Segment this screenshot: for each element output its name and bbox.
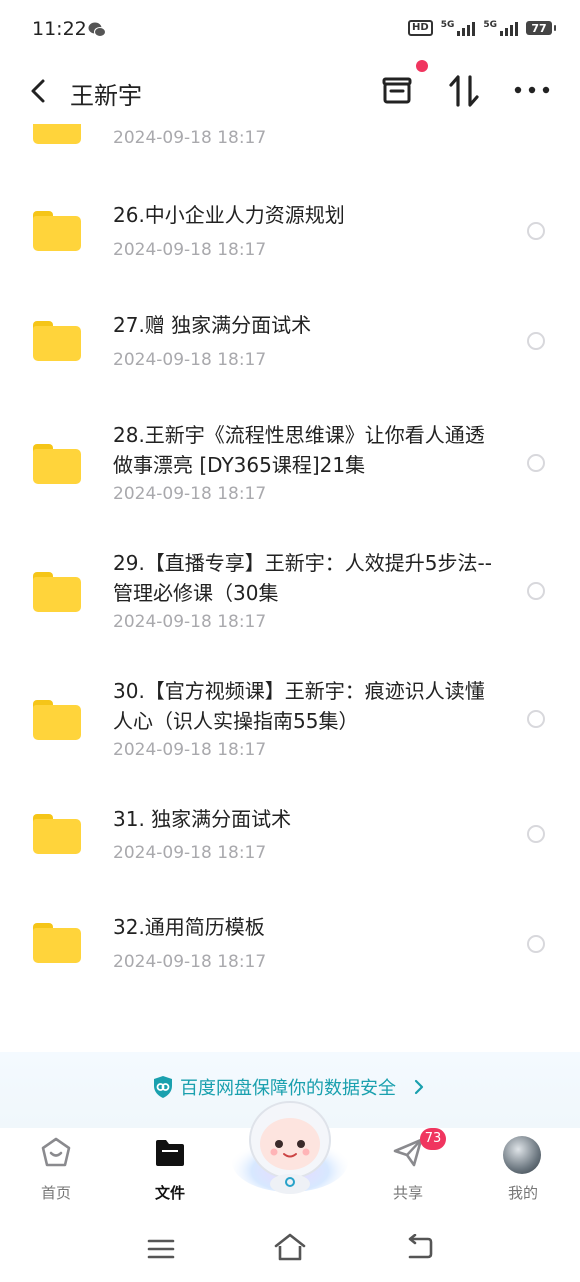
file-name: 26.中小企业人力资源规划	[113, 203, 345, 227]
header: 王新宇	[0, 60, 580, 124]
battery-icon: 77	[526, 21, 556, 35]
file-date: 2024-09-18 18:17	[113, 740, 267, 760]
tab-mine[interactable]: 我的	[473, 1128, 573, 1208]
status-time: 11:22	[32, 18, 87, 40]
status-indicators: HD 5G 5G 77	[408, 20, 556, 36]
file-name: 29.【直播专享】王新宇：人效提升5步法--管理必修课（30集	[113, 551, 492, 605]
back-arrow-icon[interactable]	[24, 74, 54, 108]
tab-files-label: 文件	[154, 1184, 185, 1202]
select-radio[interactable]	[527, 332, 545, 350]
recent-apps-icon[interactable]	[147, 1238, 175, 1260]
avatar	[503, 1136, 541, 1174]
file-row[interactable]: 30.【官方视频课】王新宇：痕迹识人读懂人心（识人实操指南55集） 2024-0…	[0, 676, 580, 800]
signal-icon: 5G	[441, 20, 476, 36]
hd-badge: HD	[408, 20, 433, 36]
file-row[interactable]: 29.【直播专享】王新宇：人效提升5步法--管理必修课（30集 2024-09-…	[0, 548, 580, 672]
more-options-icon[interactable]	[512, 82, 552, 98]
file-date: 2024-09-18 18:17	[113, 128, 267, 148]
file-date: 2024-09-18 18:17	[113, 612, 267, 632]
select-radio[interactable]	[527, 710, 545, 728]
tab-files[interactable]: 文件	[120, 1128, 220, 1208]
wechat-icon	[88, 22, 106, 37]
folder-tab-icon	[156, 1140, 184, 1166]
notification-dot	[416, 60, 428, 72]
folder-icon	[33, 211, 81, 251]
file-name: 31. 独家满分面试术	[113, 807, 292, 831]
home-nav-icon[interactable]	[273, 1232, 307, 1262]
file-row[interactable]: 27.赠 独家满分面试术 2024-09-18 18:17	[0, 304, 580, 404]
sort-icon[interactable]	[446, 72, 482, 110]
select-radio[interactable]	[527, 935, 545, 953]
select-radio[interactable]	[527, 825, 545, 843]
select-radio[interactable]	[527, 582, 545, 600]
select-radio[interactable]	[527, 454, 545, 472]
file-list: 2024-09-18 18:17 26.中小企业人力资源规划 2024-09-1…	[0, 124, 580, 1044]
folder-icon	[33, 814, 81, 854]
share-badge: 73	[420, 1128, 446, 1150]
file-name: 32.通用简历模板	[113, 915, 265, 939]
tab-share-label: 共享	[392, 1184, 423, 1202]
system-nav-bar	[0, 1208, 580, 1282]
signal-label: 5G	[440, 20, 455, 30]
tab-home[interactable]: 首页	[6, 1128, 106, 1208]
file-row[interactable]: 32.通用简历模板 2024-09-18 18:17	[0, 910, 580, 1010]
signal-icon-2: 5G	[483, 20, 518, 36]
file-row[interactable]: 26.中小企业人力资源规划 2024-09-18 18:17	[0, 194, 580, 294]
folder-icon	[33, 444, 81, 484]
file-date: 2024-09-18 18:17	[113, 952, 267, 972]
signal-label-2: 5G	[483, 20, 497, 30]
file-name: 30.【官方视频课】王新宇：痕迹识人读懂人心（识人实操指南55集）	[113, 679, 485, 733]
folder-icon	[33, 572, 81, 612]
select-radio[interactable]	[527, 222, 545, 240]
status-bar: 11:22 HD 5G 5G 77	[0, 0, 580, 60]
mascot-assistant-icon[interactable]	[230, 1094, 350, 1194]
chevron-right-icon	[414, 1079, 424, 1095]
folder-icon	[33, 124, 81, 144]
shield-icon	[154, 1076, 172, 1098]
file-row[interactable]: 2024-09-18 18:17	[0, 124, 580, 154]
page-title: 王新宇	[70, 82, 142, 110]
home-icon	[41, 1137, 71, 1167]
file-row[interactable]: 28.王新宇《流程性思维课》让你看人通透做事漂亮 [DY365课程]21集 20…	[0, 420, 580, 544]
file-row[interactable]: 31. 独家满分面试术 2024-09-18 18:17	[0, 800, 580, 900]
file-date: 2024-09-18 18:17	[113, 240, 267, 260]
folder-icon	[33, 700, 81, 740]
transfer-box-icon[interactable]	[380, 74, 414, 108]
back-nav-icon[interactable]	[404, 1234, 434, 1260]
tab-mine-label: 我的	[507, 1184, 538, 1202]
file-name: 27.赠 独家满分面试术	[113, 313, 312, 337]
tab-home-label: 首页	[40, 1184, 71, 1202]
file-date: 2024-09-18 18:17	[113, 350, 267, 370]
file-date: 2024-09-18 18:17	[113, 843, 267, 863]
folder-icon	[33, 923, 81, 963]
file-date: 2024-09-18 18:17	[113, 484, 267, 504]
file-name: 28.王新宇《流程性思维课》让你看人通透做事漂亮 [DY365课程]21集	[113, 423, 485, 477]
folder-icon	[33, 321, 81, 361]
